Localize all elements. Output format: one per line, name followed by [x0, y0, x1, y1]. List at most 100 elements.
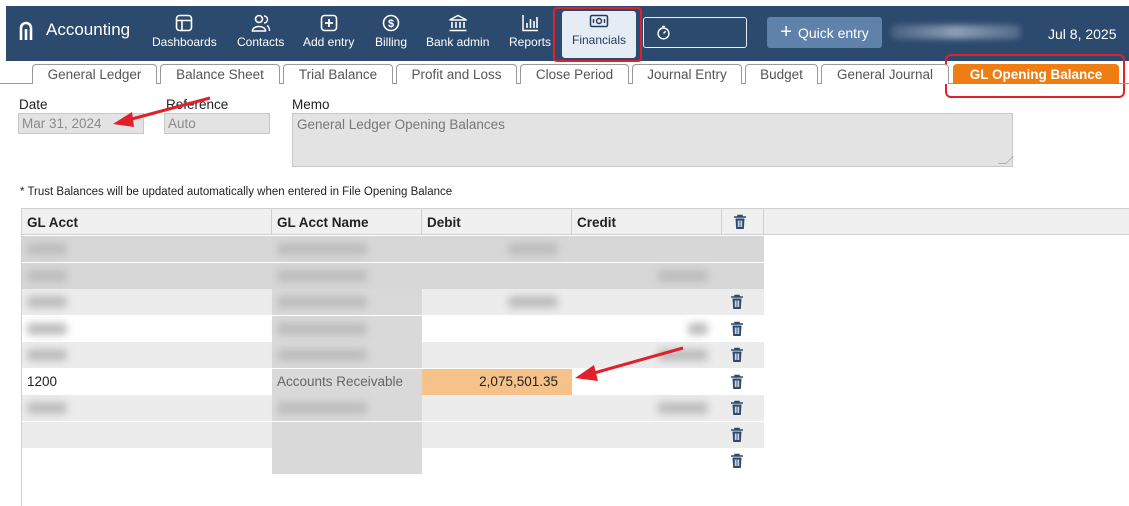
trash-icon [731, 453, 743, 468]
gl-acct-cell[interactable] [22, 395, 272, 421]
gl-acct-cell[interactable] [22, 422, 272, 448]
redacted-value [508, 296, 558, 308]
credit-cell[interactable] [572, 236, 722, 262]
column-header-gl-acct-name[interactable]: GL Acct Name [272, 209, 422, 235]
tab-close-period[interactable]: Close Period [520, 64, 629, 84]
delete-row-button[interactable] [722, 316, 764, 342]
table-row [22, 315, 764, 342]
nav-billing[interactable]: $ Billing [375, 14, 407, 56]
gl-acct-cell[interactable] [22, 448, 272, 474]
nav-reports[interactable]: Reports [509, 14, 551, 56]
delete-row-placeholder[interactable] [722, 263, 764, 289]
redacted-value [277, 243, 367, 255]
column-header-gl-acct[interactable]: GL Acct [22, 209, 272, 235]
credit-cell[interactable] [572, 262, 722, 289]
nav-financials[interactable]: Financials [562, 11, 637, 58]
redacted-value [277, 402, 367, 414]
gl-acct-cell[interactable] [22, 236, 272, 262]
memo-textarea[interactable]: General Ledger Opening Balances [292, 113, 1014, 167]
column-header-debit[interactable]: Debit [422, 209, 572, 235]
tab-budget[interactable]: Budget [745, 64, 818, 84]
nav-add-entry[interactable]: Add entry [303, 14, 354, 56]
redacted-value [27, 269, 67, 282]
redacted-value [658, 349, 708, 361]
credit-cell[interactable] [572, 316, 722, 342]
table-row [22, 342, 764, 368]
tab-trial-balance[interactable]: Trial Balance [283, 64, 393, 84]
timer-button[interactable] [643, 17, 747, 48]
redacted-value [27, 349, 67, 361]
redacted-value [277, 269, 367, 282]
column-header-delete[interactable] [722, 209, 764, 235]
tab-balance-sheet[interactable]: Balance Sheet [160, 64, 280, 84]
redacted-value [688, 322, 708, 335]
debit-cell[interactable] [422, 342, 572, 368]
credit-cell[interactable] [572, 422, 722, 448]
gl-acct-name-cell [272, 421, 422, 448]
debit-cell[interactable] [422, 316, 572, 342]
gl-acct-cell[interactable] [22, 262, 272, 289]
debit-cell[interactable] [422, 289, 572, 315]
delete-row-button[interactable] [722, 395, 764, 421]
table-row [22, 421, 764, 448]
reference-input[interactable]: Auto [164, 113, 270, 134]
tab-general-journal[interactable]: General Journal [821, 64, 949, 84]
gl-acct-name-cell [272, 315, 422, 342]
app-brand[interactable]: Accounting [18, 19, 130, 41]
delete-row-button[interactable] [722, 448, 764, 474]
date-input[interactable]: Mar 31, 2024 [18, 113, 144, 134]
table-row [22, 236, 764, 262]
redacted-value [27, 322, 67, 335]
redacted-value [658, 269, 708, 282]
delete-row-button[interactable] [722, 369, 764, 395]
nav-contacts[interactable]: Contacts [237, 14, 284, 56]
gl-acct-cell[interactable] [22, 289, 272, 315]
redacted-value [27, 402, 67, 414]
delete-row-button[interactable] [722, 342, 764, 368]
gl-acct-name-cell: Accounts Receivable [272, 368, 422, 395]
redacted-value [508, 243, 558, 255]
trash-icon [731, 427, 743, 442]
delete-row-button[interactable] [722, 422, 764, 448]
gl-acct-cell[interactable] [22, 316, 272, 342]
gl-acct-cell[interactable]: 1200 [22, 369, 272, 395]
gl-acct-name-cell [272, 236, 422, 262]
gl-acct-cell[interactable] [22, 342, 272, 368]
debit-cell[interactable] [422, 448, 572, 474]
resize-handle[interactable] [998, 156, 1014, 164]
credit-cell[interactable] [572, 369, 722, 395]
user-name-redacted[interactable] [891, 25, 1021, 39]
tab-journal-entry[interactable]: Journal Entry [632, 64, 742, 84]
quick-entry-button[interactable]: + Quick entry [767, 17, 882, 48]
date-label: Date [19, 97, 48, 112]
debit-cell[interactable]: 2,075,501.35 [422, 368, 572, 395]
nav-dashboards-label: Dashboards [152, 35, 217, 49]
table-row [22, 395, 764, 421]
credit-cell[interactable] [572, 342, 722, 368]
credit-cell[interactable] [572, 448, 722, 474]
debit-cell[interactable] [422, 262, 572, 289]
tab-general-ledger[interactable]: General Ledger [32, 64, 157, 84]
credit-cell[interactable] [572, 289, 722, 315]
table-row [22, 262, 764, 289]
dashboard-icon [176, 14, 193, 32]
delete-row-placeholder[interactable] [722, 236, 764, 262]
tab-gl-opening-balance[interactable]: GL Opening Balance [953, 64, 1119, 84]
debit-cell[interactable] [422, 422, 572, 448]
delete-row-button[interactable] [722, 289, 764, 315]
trash-icon [731, 400, 743, 415]
nav-dashboards[interactable]: Dashboards [152, 14, 217, 56]
bank-icon [448, 14, 467, 32]
gl-acct-name-cell [272, 448, 422, 474]
debit-cell[interactable] [422, 395, 572, 421]
redacted-value [277, 296, 367, 308]
column-header-credit[interactable]: Credit [572, 209, 722, 235]
add-entry-icon [320, 14, 337, 32]
trust-balance-note: * Trust Balances will be updated automat… [20, 186, 453, 198]
nav-contacts-label: Contacts [237, 35, 285, 49]
debit-cell[interactable] [422, 236, 572, 262]
current-date: Jul 8, 2025 [1048, 26, 1117, 42]
tab-profit-and-loss[interactable]: Profit and Loss [396, 64, 517, 84]
nav-bank-admin[interactable]: Bank admin [426, 14, 489, 56]
credit-cell[interactable] [572, 395, 722, 421]
